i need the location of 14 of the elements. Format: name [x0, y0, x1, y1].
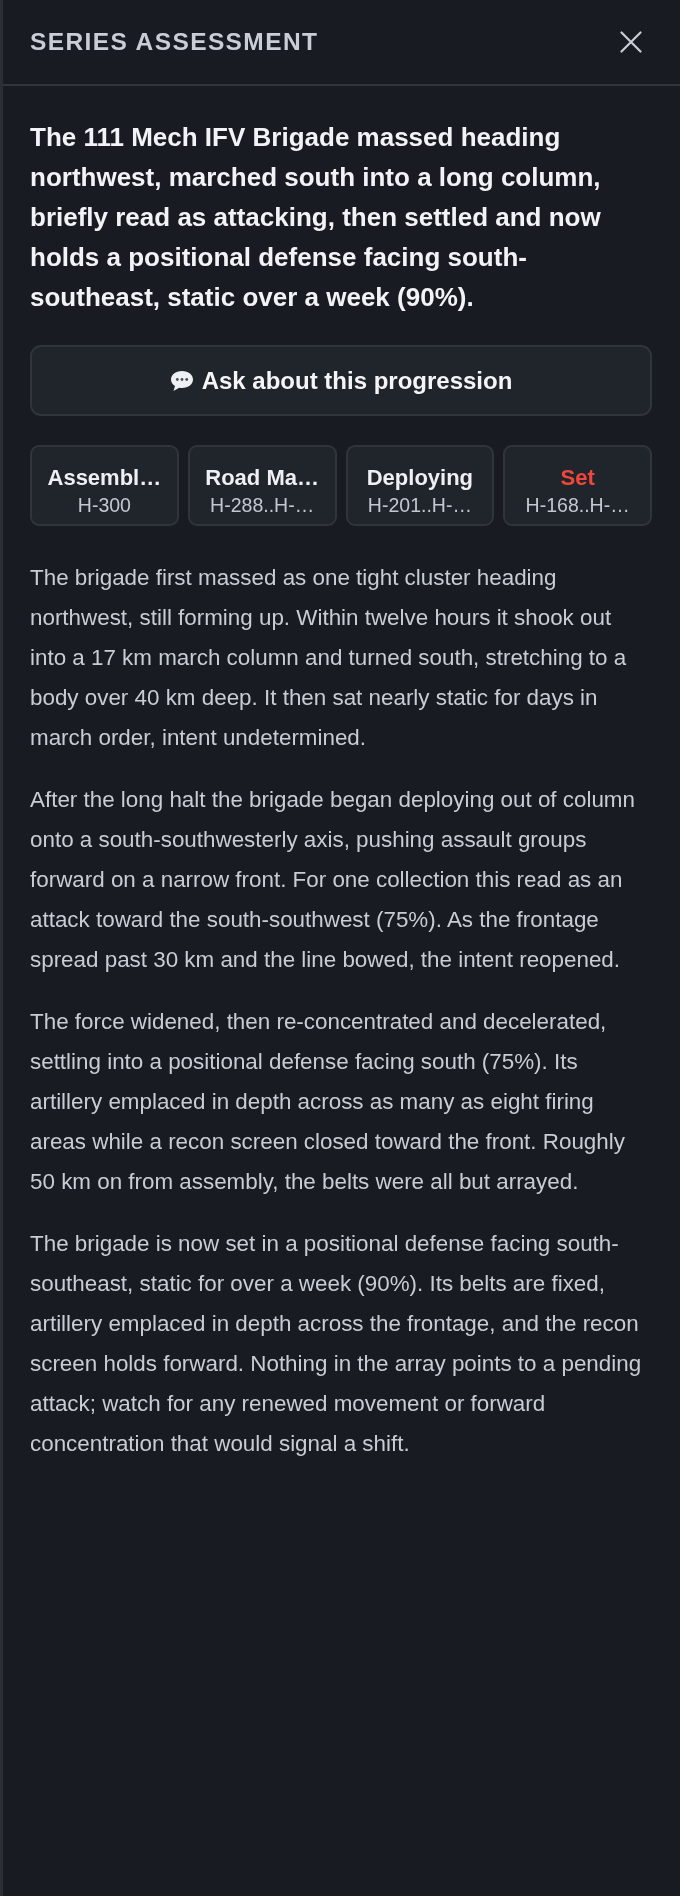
speech-bubble-icon	[169, 369, 194, 392]
assessment-paragraph: The brigade is now set in a positional defense facing south-southeast, static for over a week (90%). Its belts are fixed, artillery emplaced in depth across the frontage, and the recon screen holds forward. Nothing in the array points to a pending attack; watch for any renewed movement or forward concentration that would signal a shift.	[30, 1230, 643, 1458]
stage-tab[interactable]: Road Ma… H-288..H-…	[187, 445, 337, 526]
assessment-paragraph: The force widened, then re-concentrated and decelerated, settling into a positional defense facing south (75%). Its artillery emplaced in depth across as many as eight firing areas while a recon screen closed toward the front. Roughly 50 km on from assembly, the belts were all but arrayed.	[30, 1008, 626, 1196]
panel-title: SERIES ASSESSMENT	[30, 27, 319, 57]
stage-tab[interactable]: Deploying H-201..H-…	[345, 445, 495, 526]
summary-text: The 111 Mech IFV Brigade massed heading northwest, marched south into a long column, briefly read as attacking, then settled and now holds a positional defense facing south-southeast, static over a week (90%).	[30, 121, 602, 314]
stage-tab[interactable]: Assembl… H-300	[30, 445, 179, 526]
assessment-paragraph: The brigade first massed as one tight cluster heading northwest, still forming up. Within twelve hours it shook out into a 17 km march column and turned south, stretching to a body over 40 km deep. It then sat nearly static for days in march order, intent undetermined.	[30, 564, 628, 752]
stage-tab[interactable]: Set H-168..H-…	[503, 445, 652, 526]
assessment-paragraph: After the long halt the brigade began deploying out of column onto a south-southwesterly axis, pushing assault groups forward on a narrow front. For one collection this read as an attack toward the south-southwest (75%). As the frontage spread past 30 km and the line bowed, the intent reopened.	[30, 786, 636, 974]
close-button[interactable]	[620, 31, 642, 53]
ask-button[interactable]: Ask about this progression	[30, 345, 652, 416]
close-icon	[620, 31, 642, 53]
